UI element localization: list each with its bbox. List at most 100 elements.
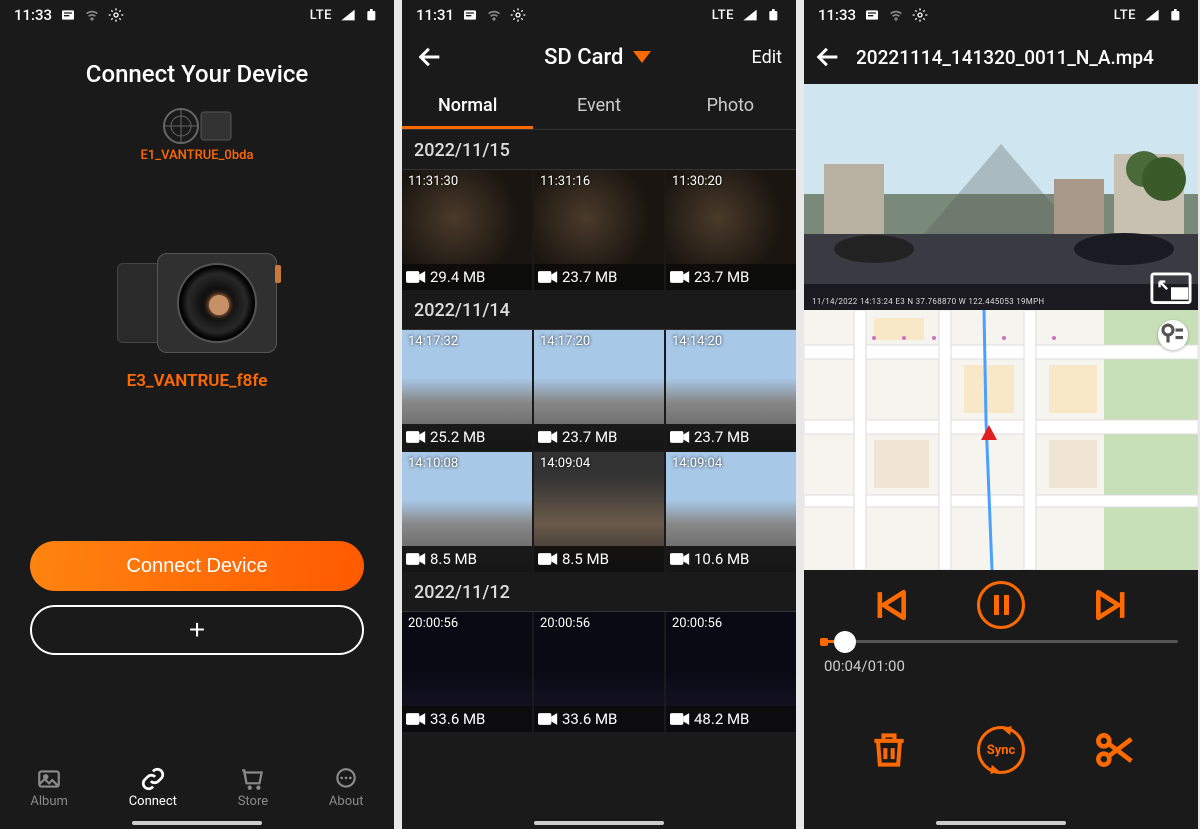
battery-icon <box>766 7 782 23</box>
timestamp-label: 14:09:04 <box>540 456 590 471</box>
timestamp-label: 11:31:16 <box>540 174 590 189</box>
screen-connect: 11:33 LTE Connect Your Device E1_VANTRUE… <box>0 0 394 829</box>
device-large-label: E3_VANTRUE_f8fe <box>0 371 394 391</box>
seek-bar[interactable]: 00:04/01:00 <box>804 640 1198 681</box>
wifi-question-icon <box>888 7 904 23</box>
playback-controls <box>804 570 1198 640</box>
filesize-label: 10.6 MB <box>666 546 796 572</box>
video-thumbnail[interactable]: 20:00:56 33.6 MB <box>402 612 532 732</box>
tab-store[interactable]: Store <box>238 766 268 809</box>
video-thumbnail[interactable]: 20:00:5633.6 MB <box>534 612 664 732</box>
status-time: 11:33 <box>818 6 856 24</box>
edit-button[interactable]: Edit <box>752 47 782 68</box>
video-thumbnail[interactable]: 11:31:30 29.4 MB <box>402 170 532 290</box>
gear-icon <box>912 7 928 23</box>
video-thumbnail[interactable]: 14:09:04 8.5 MB <box>534 452 664 572</box>
cart-icon <box>240 766 266 792</box>
filesize-label: 8.5 MB <box>402 546 532 572</box>
filesize-label: 25.2 MB <box>402 424 532 450</box>
delete-button[interactable] <box>867 728 911 772</box>
network-label: LTE <box>712 8 734 23</box>
tab-connect[interactable]: Connect <box>129 766 177 809</box>
device-small-label: E1_VANTRUE_0bda <box>0 148 394 163</box>
home-indicator[interactable] <box>936 821 1066 825</box>
tab-photo[interactable]: Photo <box>665 84 796 129</box>
filesize-label: 33.6 MB <box>402 706 532 732</box>
page-title: Connect Your Device <box>0 30 394 98</box>
timestamp-label: 14:10:08 <box>408 456 458 471</box>
seek-thumb[interactable] <box>834 631 856 653</box>
device-option-large[interactable]: E3_VANTRUE_f8fe <box>0 253 394 391</box>
gps-map[interactable] <box>804 310 1198 570</box>
filesize-label: 23.7 MB <box>534 424 664 450</box>
tab-label: Connect <box>129 794 177 809</box>
home-indicator[interactable] <box>132 821 262 825</box>
video-thumbnail[interactable]: 14:10:08 8.5 MB <box>402 452 532 572</box>
tab-event[interactable]: Event <box>533 84 664 129</box>
filesize-label: 29.4 MB <box>402 264 532 290</box>
previous-button[interactable] <box>867 583 911 627</box>
video-thumbnail[interactable]: 14:09:0410.6 MB <box>666 452 796 572</box>
video-list[interactable]: 2022/11/1511:31:3029.4 MB11:31:1623.7 MB… <box>402 130 796 829</box>
date-header: 2022/11/12 <box>402 572 796 612</box>
wifi-question-icon <box>486 7 502 23</box>
gear-icon <box>510 7 526 23</box>
video-thumbnail[interactable]: 14:17:32 25.2 MB <box>402 330 532 450</box>
signal-icon <box>340 7 356 23</box>
add-button[interactable]: + <box>30 605 364 655</box>
device-option-small[interactable]: E1_VANTRUE_0bda <box>0 104 394 163</box>
wifi-question-icon <box>84 7 100 23</box>
storage-dropdown[interactable]: SD Card <box>444 45 752 70</box>
clip-button[interactable] <box>1091 728 1135 772</box>
sync-button[interactable]: Sync <box>977 726 1025 774</box>
message-icon <box>462 7 478 23</box>
connect-device-button[interactable]: Connect Device <box>30 541 364 591</box>
next-button[interactable] <box>1091 583 1135 627</box>
thumbnail-grid: 14:17:32 25.2 MB 14:17:20 23.7 MB14:14:2023… <box>402 330 796 572</box>
filename-label: 20221114_141320_0011_N_A.mp4 <box>856 46 1154 69</box>
tab-label: About <box>329 794 364 809</box>
timestamp-label: 20:00:56 <box>408 616 458 631</box>
playback-time: 00:04/01:00 <box>824 657 1178 675</box>
map-mode-button[interactable] <box>1158 320 1188 350</box>
video-thumbnail[interactable]: 11:31:1623.7 MB <box>534 170 664 290</box>
tab-label: Album <box>30 794 68 809</box>
status-time: 11:33 <box>14 6 52 24</box>
status-bar: 11:31 LTE <box>402 0 796 30</box>
video-thumbnail[interactable]: 20:00:5648.2 MB <box>666 612 796 732</box>
video-player[interactable]: VANTRUE 11/14/2022 14:13:24 E3 N 37.7688… <box>804 84 1198 310</box>
filesize-label: 23.7 MB <box>666 264 796 290</box>
home-indicator[interactable] <box>534 821 664 825</box>
timestamp-label: 14:17:20 <box>540 334 590 349</box>
back-button[interactable] <box>814 43 842 71</box>
header: SD Card Edit <box>402 30 796 84</box>
fullscreen-icon[interactable] <box>1150 272 1192 304</box>
speech-icon <box>333 766 359 792</box>
back-button[interactable] <box>416 43 444 71</box>
thumbnail-grid: 11:31:3029.4 MB11:31:1623.7 MB11:30:2023… <box>402 170 796 290</box>
play-pause-button[interactable] <box>977 581 1025 629</box>
timestamp-label: 14:17:32 <box>408 334 458 349</box>
status-time: 11:31 <box>416 6 454 24</box>
video-thumbnail[interactable]: 14:17:20 23.7 MB <box>534 330 664 450</box>
gear-icon <box>108 7 124 23</box>
tab-about[interactable]: About <box>329 766 364 809</box>
date-header: 2022/11/15 <box>402 130 796 170</box>
filesize-label: 48.2 MB <box>666 706 796 732</box>
network-label: LTE <box>310 8 332 23</box>
filesize-label: 8.5 MB <box>534 546 664 572</box>
filesize-label: 33.6 MB <box>534 706 664 732</box>
message-icon <box>60 7 76 23</box>
video-thumbnail[interactable]: 11:30:2023.7 MB <box>666 170 796 290</box>
tab-normal[interactable]: Normal <box>402 84 533 129</box>
tab-album[interactable]: Album <box>30 766 68 809</box>
battery-icon <box>364 7 380 23</box>
video-overlay-text: 11/14/2022 14:13:24 E3 N 37.768870 W 122… <box>812 297 1044 306</box>
timestamp-label: 11:31:30 <box>408 174 458 189</box>
video-thumbnail[interactable]: 14:14:2023.7 MB <box>666 330 796 450</box>
date-header: 2022/11/14 <box>402 290 796 330</box>
tab-label: Store <box>238 794 268 809</box>
bottom-tabbar: Album Connect Store About <box>0 757 394 817</box>
header: 20221114_141320_0011_N_A.mp4 <box>804 30 1198 84</box>
device-small-thumbnail <box>0 104 394 144</box>
